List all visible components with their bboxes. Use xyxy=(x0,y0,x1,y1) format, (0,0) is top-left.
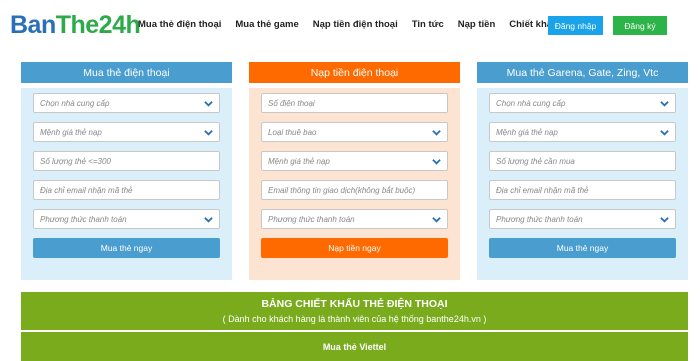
panel-title: Mua thẻ điện thoại xyxy=(21,62,232,83)
nav-tin-tuc[interactable]: Tin tức xyxy=(412,19,444,30)
panel-form: Chọn nhà cung cấp Mệnh giá thẻ nạp Số lư… xyxy=(477,88,688,280)
subscriber-type-select[interactable]: Loại thuê bao xyxy=(261,122,448,142)
denomination-select[interactable]: Mệnh giá thẻ nạp xyxy=(489,122,676,142)
denomination-select-placeholder: Mệnh giá thẻ nạp xyxy=(40,127,102,137)
chevron-down-icon xyxy=(432,159,441,165)
email-input-placeholder: Địa chỉ email nhận mã thẻ xyxy=(40,185,133,195)
panel-form: Số điện thoại Loại thuê bao Mệnh giá thẻ… xyxy=(249,88,460,280)
nav-nap-tien[interactable]: Nạp tiền xyxy=(458,19,495,30)
chevron-down-icon xyxy=(204,130,213,136)
panel-buy-phone-card: Mua thẻ điện thoại Chọn nhà cung cấp Mện… xyxy=(21,62,232,280)
chevron-down-icon xyxy=(204,101,213,107)
buy-game-card-button[interactable]: Mua thẻ ngay xyxy=(489,238,676,258)
topup-button[interactable]: Nạp tiền ngay xyxy=(261,238,448,258)
nav-mua-the-game[interactable]: Mua thẻ game xyxy=(235,19,298,30)
email-input-placeholder: Email thông tin giao dịch(không bắt buộc… xyxy=(268,185,416,195)
panel-title: Nạp tiền điện thoại xyxy=(249,62,460,83)
panel-form: Chọn nhà cung cấp Mệnh giá thẻ nạp Số lư… xyxy=(21,88,232,280)
email-input[interactable]: Địa chỉ email nhận mã thẻ xyxy=(33,180,220,200)
subscriber-type-placeholder: Loại thuê bao xyxy=(268,127,317,137)
denomination-select-placeholder: Mệnh giá thẻ nạp xyxy=(496,127,558,137)
chevron-down-icon xyxy=(432,130,441,136)
panel-title: Mua thẻ Garena, Gate, Zing, Vtc xyxy=(477,62,688,83)
denomination-select[interactable]: Mệnh giá thẻ nạp xyxy=(33,122,220,142)
section-viettel: Mua thẻ Viettel xyxy=(21,332,688,361)
denomination-select[interactable]: Mệnh giá thẻ nạp xyxy=(261,151,448,171)
email-input[interactable]: Email thông tin giao dịch(không bắt buộc… xyxy=(261,180,448,200)
chevron-down-icon xyxy=(204,217,213,223)
nav-nap-tien-dien-thoai[interactable]: Nạp tiền điện thoại xyxy=(313,19,398,30)
discount-table-header: BẢNG CHIẾT KHẤU THẺ ĐIỆN THOẠI ( Dành ch… xyxy=(21,292,688,330)
login-button[interactable]: Đăng nhập xyxy=(548,16,603,35)
payment-method-placeholder: Phương thức thanh toán xyxy=(40,214,127,224)
main-nav: Mua thẻ điện thoại Mua thẻ game Nạp tiền… xyxy=(138,19,572,30)
chevron-down-icon xyxy=(660,101,669,107)
logo-text-ban: Ban xyxy=(10,10,56,39)
payment-method-select[interactable]: Phương thức thanh toán xyxy=(489,209,676,229)
nav-mua-the-dien-thoai[interactable]: Mua thẻ điện thoại xyxy=(138,19,221,30)
chevron-down-icon xyxy=(432,217,441,223)
register-button[interactable]: Đăng ký xyxy=(613,16,667,35)
discount-subtitle: ( Dành cho khách hàng là thành viên của … xyxy=(222,314,487,324)
chevron-down-icon xyxy=(660,217,669,223)
provider-select[interactable]: Chọn nhà cung cấp xyxy=(33,93,220,113)
phone-number-input[interactable]: Số điện thoại xyxy=(261,93,448,113)
discount-title: BẢNG CHIẾT KHẤU THẺ ĐIỆN THOẠI xyxy=(261,298,448,310)
provider-select[interactable]: Chọn nhà cung cấp xyxy=(489,93,676,113)
quantity-input[interactable]: Số lượng thẻ <=300 xyxy=(33,151,220,171)
email-input-placeholder: Địa chỉ email nhận mã thẻ xyxy=(496,185,589,195)
quantity-input-placeholder: Số lượng thẻ cần mua xyxy=(496,156,575,166)
provider-select-placeholder: Chọn nhà cung cấp xyxy=(496,98,566,108)
logo-text-the24h: The24h xyxy=(55,10,141,39)
payment-method-select[interactable]: Phương thức thanh toán xyxy=(33,209,220,229)
denomination-select-placeholder: Mệnh giá thẻ nạp xyxy=(268,156,330,166)
payment-method-select[interactable]: Phương thức thanh toán xyxy=(261,209,448,229)
payment-method-placeholder: Phương thức thanh toán xyxy=(268,214,355,224)
panel-topup-phone: Nạp tiền điện thoại Số điện thoại Loại t… xyxy=(249,62,460,280)
chevron-down-icon xyxy=(660,130,669,136)
logo[interactable]: BanThe24h xyxy=(8,6,141,44)
phone-number-placeholder: Số điện thoại xyxy=(268,98,315,108)
provider-select-placeholder: Chọn nhà cung cấp xyxy=(40,98,110,108)
quantity-input-placeholder: Số lượng thẻ <=300 xyxy=(40,156,111,166)
header: BanThe24h Mua thẻ điện thoại Mua thẻ gam… xyxy=(0,0,700,55)
email-input[interactable]: Địa chỉ email nhận mã thẻ xyxy=(489,180,676,200)
panel-buy-game-card: Mua thẻ Garena, Gate, Zing, Vtc Chọn nhà… xyxy=(477,62,688,280)
payment-method-placeholder: Phương thức thanh toán xyxy=(496,214,583,224)
buy-card-button[interactable]: Mua thẻ ngay xyxy=(33,238,220,258)
quantity-input[interactable]: Số lượng thẻ cần mua xyxy=(489,151,676,171)
